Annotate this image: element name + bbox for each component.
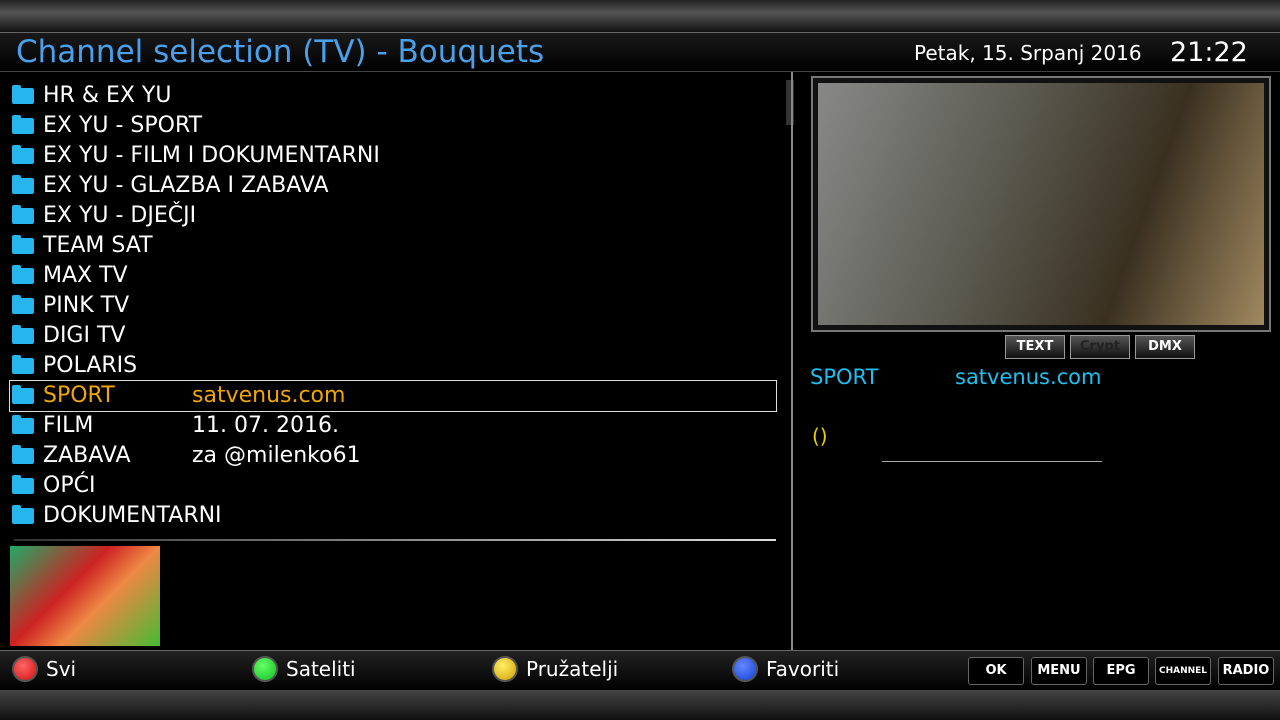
folder-icon	[12, 115, 34, 134]
dmx-badge: DMX	[1135, 335, 1195, 359]
progress-line	[882, 461, 1102, 462]
yellow-dot-icon	[492, 656, 518, 682]
event-info: ()	[812, 424, 828, 448]
bouquet-item[interactable]: FILM 11. 07. 2016.	[10, 411, 776, 441]
bouquet-item[interactable]: PINK TV	[10, 291, 776, 321]
red-label: Svi	[46, 657, 77, 681]
clock: 21:22	[1170, 37, 1248, 68]
divider	[791, 72, 793, 650]
folder-icon	[12, 205, 34, 224]
footer	[0, 650, 1280, 691]
yellow-label: Pružatelji	[526, 657, 619, 681]
epg-key[interactable]: EPG	[1093, 657, 1149, 685]
top-frame	[0, 0, 1280, 32]
divider	[14, 539, 776, 541]
folder-icon	[12, 355, 34, 374]
channel-key[interactable]: CHANNEL	[1155, 657, 1211, 685]
title-bar: Channel selection (TV) - Bouquets Petak,…	[0, 32, 1280, 72]
info-channel-name: SPORT	[810, 365, 879, 389]
folder-icon	[12, 415, 34, 434]
bouquet-item[interactable]: MAX TV	[10, 261, 776, 291]
bouquet-list: HR & EX YU EX YU - SPORT EX YU - FILM I DO…	[9, 81, 777, 531]
folder-icon	[12, 175, 34, 194]
bouquet-item[interactable]: DIGI TV	[10, 321, 776, 351]
bouquet-item[interactable]: ZABAVA za @milenko61	[10, 441, 776, 471]
folder-icon	[12, 505, 34, 524]
bouquet-item[interactable]: TEAM SAT	[10, 231, 776, 261]
green-button[interactable]: Sateliti	[252, 656, 356, 682]
page-title: Channel selection (TV) - Bouquets	[16, 34, 545, 70]
bottom-frame	[0, 690, 1280, 720]
info-provider: satvenus.com	[955, 365, 1102, 389]
red-dot-icon	[12, 656, 38, 682]
radio-key[interactable]: RADIO	[1218, 657, 1274, 685]
yellow-button[interactable]: Pružatelji	[492, 656, 618, 682]
bouquet-name: MAX TV	[43, 263, 128, 288]
folder-icon	[12, 325, 34, 344]
bouquet-item[interactable]: SPORT satvenus.com	[9, 380, 777, 412]
bouquet-name: OPĆI	[43, 473, 96, 498]
folder-icon	[12, 265, 34, 284]
crypt-badge: Crypt	[1070, 335, 1130, 359]
bouquet-item[interactable]: HR & EX YU	[10, 81, 776, 111]
bouquet-name: DIGI TV	[43, 323, 126, 348]
folder-icon	[12, 385, 34, 404]
text-badge: TEXT	[1005, 335, 1065, 359]
bouquet-item[interactable]: EX YU - DJEČJI	[10, 201, 776, 231]
folder-icon	[12, 145, 34, 164]
bouquet-extra: za @milenko61	[192, 443, 361, 468]
blue-button[interactable]: Favoriti	[732, 656, 839, 682]
blue-dot-icon	[732, 656, 758, 682]
bouquet-name: SPORT	[43, 383, 115, 408]
bouquet-extra: satvenus.com	[192, 383, 346, 408]
bouquet-name: PINK TV	[43, 293, 130, 318]
folder-icon	[12, 295, 34, 314]
bouquet-item[interactable]: POLARIS	[10, 351, 776, 381]
folder-icon	[12, 235, 34, 254]
blue-label: Favoriti	[766, 657, 840, 681]
bouquet-item[interactable]: DOKUMENTARNI	[10, 501, 776, 531]
menu-key[interactable]: MENU	[1031, 657, 1087, 685]
folder-icon	[12, 475, 34, 494]
bouquet-name: FILM	[43, 413, 94, 438]
date: Petak, 15. Srpanj 2016	[914, 41, 1142, 65]
bouquet-item[interactable]: EX YU - GLAZBA I ZABAVA	[10, 171, 776, 201]
bouquet-name: DOKUMENTARNI	[43, 503, 222, 528]
green-label: Sateliti	[286, 657, 356, 681]
bouquet-extra: 11. 07. 2016.	[192, 413, 339, 438]
bouquet-name: EX YU - GLAZBA I ZABAVA	[43, 173, 329, 198]
bouquet-name: EX YU - SPORT	[43, 113, 203, 138]
bouquet-name: HR & EX YU	[43, 83, 172, 108]
bouquet-name: EX YU - DJEČJI	[43, 203, 197, 228]
green-dot-icon	[252, 656, 278, 682]
ok-key[interactable]: OK	[968, 657, 1024, 685]
video-preview	[811, 76, 1271, 332]
bouquet-name: TEAM SAT	[43, 233, 153, 258]
video-frame	[818, 83, 1264, 325]
bouquet-item[interactable]: EX YU - SPORT	[10, 111, 776, 141]
folder-icon	[12, 85, 34, 104]
bouquet-item[interactable]: EX YU - FILM I DOKUMENTARNI	[10, 141, 776, 171]
bouquet-item[interactable]: OPĆI	[10, 471, 776, 501]
bouquet-name: ZABAVA	[43, 443, 131, 468]
satvenus-logo	[10, 546, 160, 646]
folder-icon	[12, 445, 34, 464]
bouquet-name: EX YU - FILM I DOKUMENTARNI	[43, 143, 380, 168]
bouquet-name: POLARIS	[43, 353, 138, 378]
red-button[interactable]: Svi	[12, 656, 76, 682]
